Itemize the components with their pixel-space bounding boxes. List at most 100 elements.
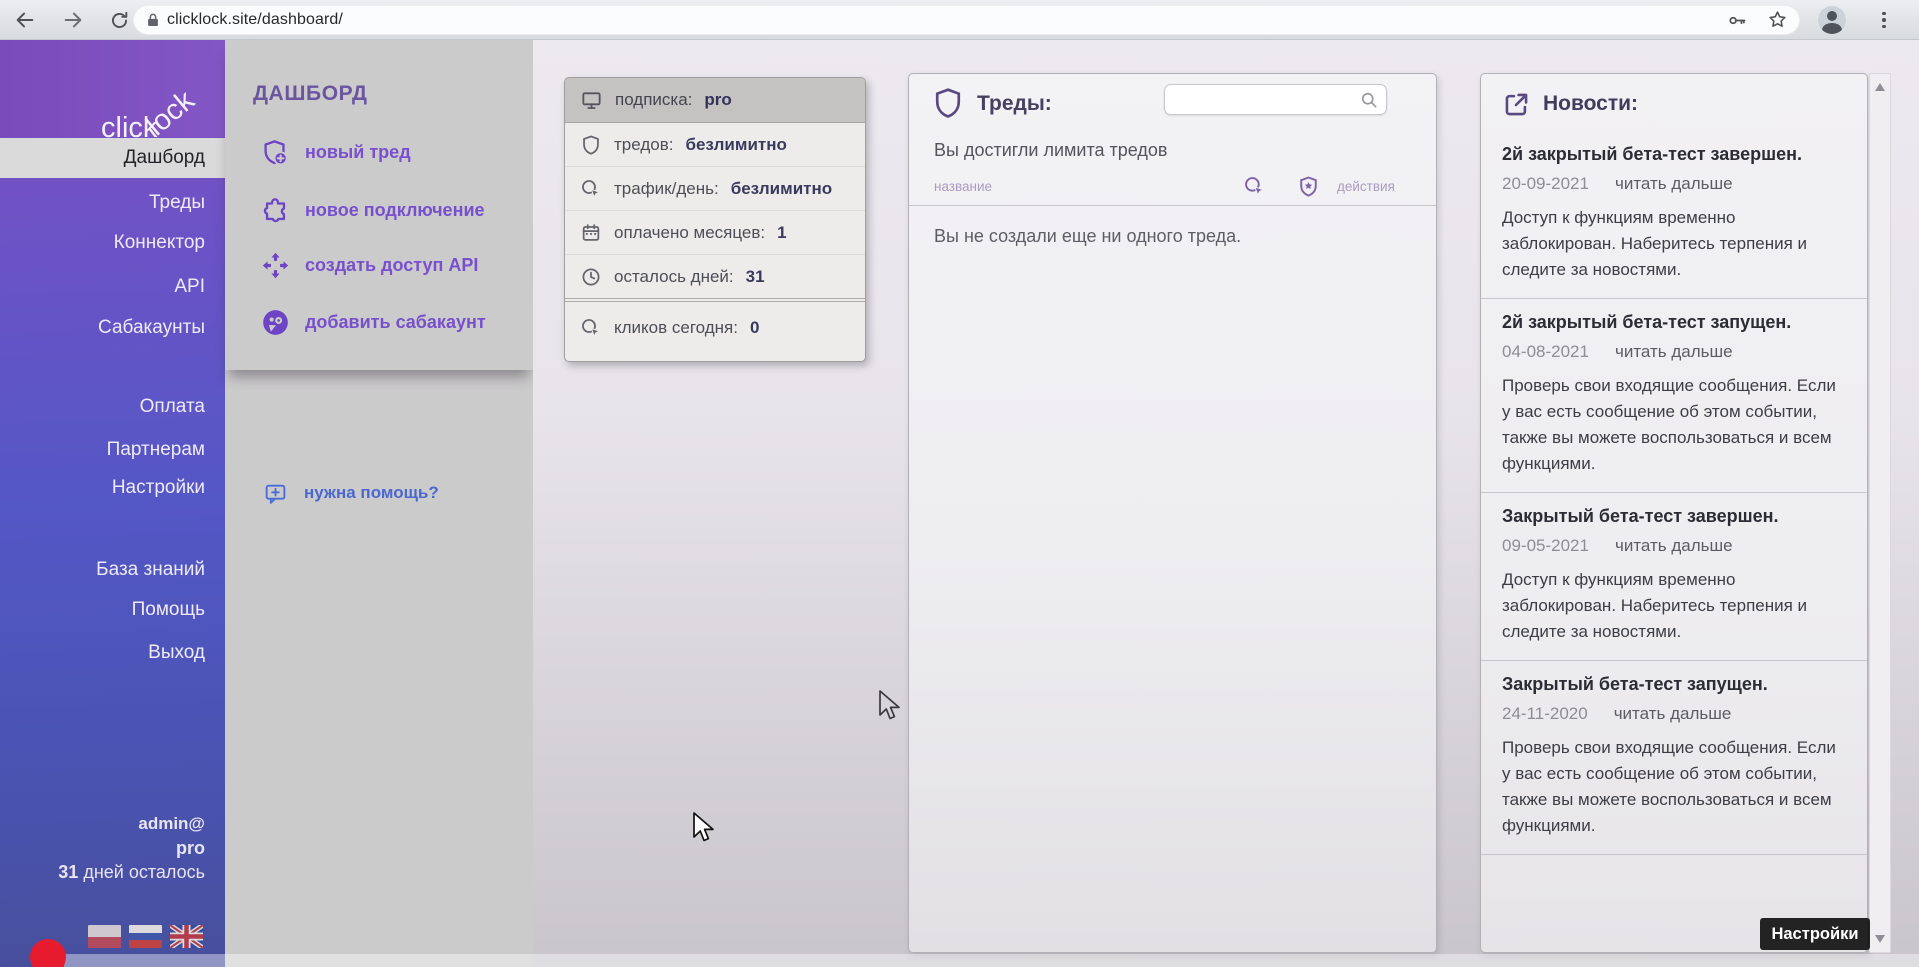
news-item: 2й закрытый бета-тест запущен. 04-08-202… xyxy=(1481,298,1867,492)
sidebar-item-partners[interactable]: Партнерам xyxy=(0,432,225,468)
sidebar-item-settings[interactable]: Настройки xyxy=(0,470,225,506)
calendar-icon xyxy=(580,222,602,244)
bookmark-star-icon[interactable] xyxy=(1767,9,1788,35)
user-email: admin@ xyxy=(58,812,205,836)
flag-poland-icon[interactable] xyxy=(88,925,121,948)
sidebar-item-dashboard[interactable]: Дашборд xyxy=(0,138,225,178)
scroll-up-icon[interactable] xyxy=(1875,83,1885,91)
settings-tooltip: Настройки xyxy=(1760,918,1870,950)
news-item-date: 20-09-2021 xyxy=(1502,174,1589,194)
address-bar[interactable]: clicklock.site/dashboard/ xyxy=(133,5,1800,35)
read-more-link[interactable]: читать дальше xyxy=(1614,704,1732,724)
stat-value: безлимитно xyxy=(731,179,832,199)
mouse-cursor-white xyxy=(691,811,717,845)
shield-star-icon xyxy=(1297,175,1320,203)
stat-label: оплачено месяцев: xyxy=(614,223,765,243)
video-playhead[interactable] xyxy=(30,939,66,967)
stat-label: тредов: xyxy=(614,135,673,155)
stat-label: осталось дней: xyxy=(614,267,734,287)
mouse-cursor-outline xyxy=(877,689,903,723)
news-header: Новости: xyxy=(1481,74,1867,131)
sidebar-item-api[interactable]: API xyxy=(0,269,225,305)
browser-menu-icon[interactable] xyxy=(1876,7,1892,33)
news-item-title: Закрытый бета-тест запущен. xyxy=(1502,674,1845,695)
arrow-left-icon xyxy=(14,9,36,31)
reload-button[interactable] xyxy=(102,3,136,37)
news-item-title: Закрытый бета-тест завершен. xyxy=(1502,506,1845,527)
threads-table-header: название действия xyxy=(909,174,1436,200)
scroll-down-icon[interactable] xyxy=(1875,935,1885,943)
stat-value: 0 xyxy=(750,318,759,338)
screen: clicklock.site/dashboard/ clicklock Дашб… xyxy=(0,0,1919,967)
news-item-body: Проверь свои входящие сообщения. Если у … xyxy=(1502,373,1845,477)
comment-plus-icon xyxy=(263,481,288,506)
clock-icon xyxy=(580,266,602,288)
back-button[interactable] xyxy=(8,3,42,37)
new-connection-button[interactable]: новое подключение xyxy=(261,192,485,228)
read-more-link[interactable]: читать дальше xyxy=(1615,174,1733,194)
page-title: ДАШБОРД xyxy=(253,82,368,106)
stat-label: кликов сегодня: xyxy=(614,318,738,338)
news-item-body: Проверь свои входящие сообщения. Если у … xyxy=(1502,735,1845,839)
profile-avatar[interactable] xyxy=(1818,6,1846,34)
column-actions-label: действия xyxy=(1337,179,1395,194)
user-days-left: 31 дней осталось xyxy=(58,860,205,884)
puzzle-icon xyxy=(261,196,290,225)
api-arrows-icon xyxy=(261,251,290,280)
stat-value: pro xyxy=(704,90,731,110)
sidebar-item-threads[interactable]: Треды xyxy=(0,185,225,221)
news-panel: Новости: 2й закрытый бета-тест завершен.… xyxy=(1480,73,1868,953)
need-help-label: нужна помощь? xyxy=(304,483,439,503)
reload-icon xyxy=(109,10,130,31)
read-more-link[interactable]: читать дальше xyxy=(1615,536,1733,556)
threads-search[interactable] xyxy=(1164,84,1387,115)
sidebar-item-payment[interactable]: Оплата xyxy=(0,389,225,425)
dashboard-column: ДАШБОРД новый тред новое подключение соз… xyxy=(225,40,533,967)
new-connection-label: новое подключение xyxy=(305,200,485,221)
key-icon[interactable] xyxy=(1727,10,1748,36)
subaccount-face-icon xyxy=(261,308,290,337)
read-more-link[interactable]: читать дальше xyxy=(1615,342,1733,362)
flag-uk-icon[interactable] xyxy=(170,925,203,948)
threads-title: Треды: xyxy=(977,92,1052,116)
sidebar-item-subaccounts[interactable]: Сабакаунты xyxy=(0,310,225,346)
video-seekbar[interactable] xyxy=(64,954,1919,967)
stat-row-threads: тредов: безлимитно xyxy=(565,123,865,167)
stat-value: 1 xyxy=(777,223,786,243)
stat-row-traffic: трафик/день: безлимитно xyxy=(565,167,865,211)
user-plan: pro xyxy=(58,836,205,860)
new-thread-button[interactable]: новый тред xyxy=(261,134,411,170)
quick-actions-card: ДАШБОРД новый тред новое подключение соз… xyxy=(225,40,533,370)
search-input[interactable] xyxy=(1175,87,1353,112)
sidebar-item-help[interactable]: Помощь xyxy=(0,592,225,628)
stat-label: трафик/день: xyxy=(614,179,719,199)
add-subaccount-button[interactable]: добавить сабакаунт xyxy=(261,304,486,340)
news-item-title: 2й закрытый бета-тест запущен. xyxy=(1502,312,1845,333)
flag-russia-icon[interactable] xyxy=(129,925,162,948)
sidebar-item-connector[interactable]: Коннектор xyxy=(0,225,225,261)
create-api-access-button[interactable]: создать доступ API xyxy=(261,247,478,283)
sidebar-item-knowledge-base[interactable]: База знаний xyxy=(0,552,225,588)
forward-button[interactable] xyxy=(56,3,90,37)
stat-row-days-left: осталось дней: 31 xyxy=(565,255,865,299)
shield-icon xyxy=(931,86,965,125)
sidebar-item-logout[interactable]: Выход xyxy=(0,635,225,671)
news-item-date: 24-11-2020 xyxy=(1502,704,1588,724)
news-title: Новости: xyxy=(1543,92,1638,116)
stat-label: подписка: xyxy=(615,90,692,110)
page-scrollbar[interactable] xyxy=(1869,73,1891,953)
stat-value: безлимитно xyxy=(685,135,786,155)
shield-plus-icon xyxy=(261,138,290,167)
search-icon xyxy=(1359,90,1379,115)
stat-row-paid-months: оплачено месяцев: 1 xyxy=(565,211,865,255)
need-help-link[interactable]: нужна помощь? xyxy=(263,478,439,508)
column-name-label: название xyxy=(934,179,992,194)
monitor-icon xyxy=(580,89,603,112)
add-subaccount-label: добавить сабакаунт xyxy=(305,312,486,333)
browser-chrome: clicklock.site/dashboard/ xyxy=(0,0,1919,40)
threads-panel: Треды: Вы достигли лимита тредов названи… xyxy=(908,73,1437,953)
threads-empty-message: Вы не создали еще ни одного треда. xyxy=(934,226,1241,247)
url-text[interactable]: clicklock.site/dashboard/ xyxy=(167,11,343,29)
new-thread-label: новый тред xyxy=(305,142,411,163)
news-item-body: Доступ к функциям временно заблокирован.… xyxy=(1502,205,1845,283)
